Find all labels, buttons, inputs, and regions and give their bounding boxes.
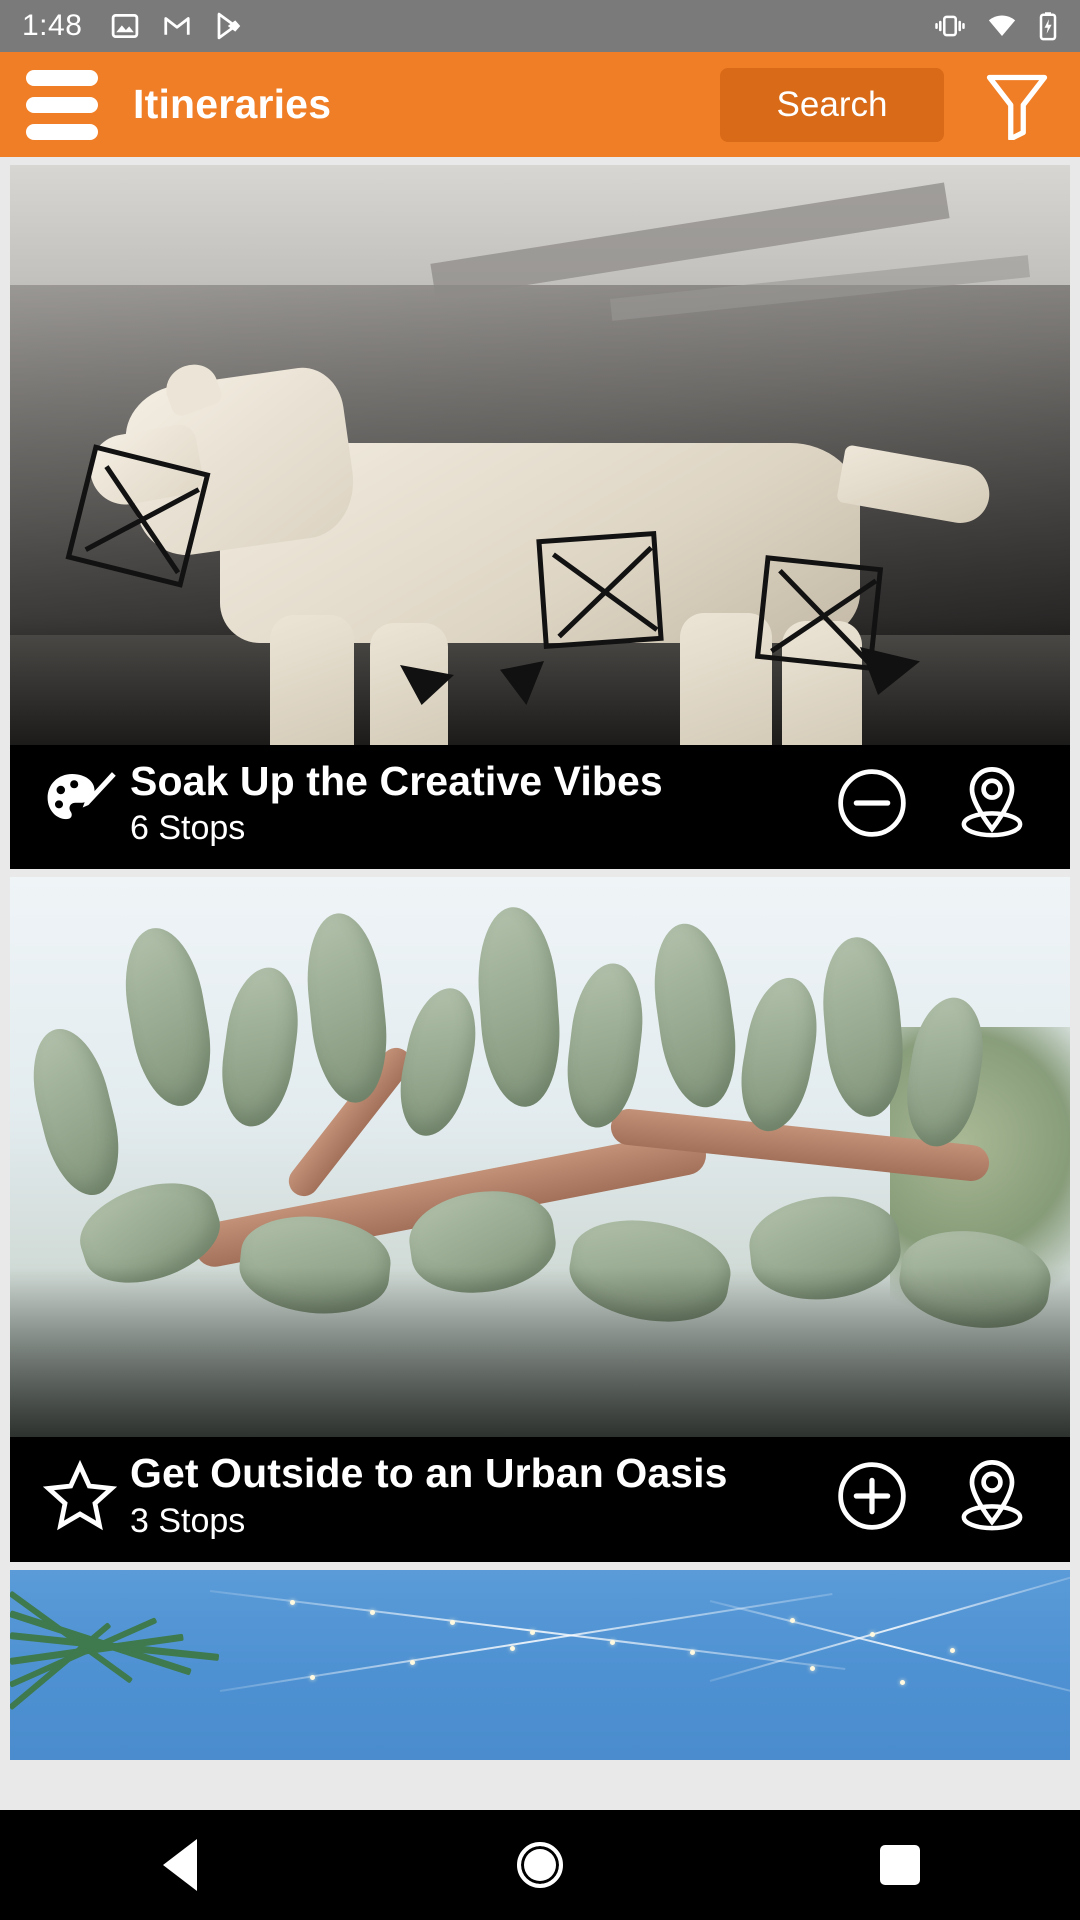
play-store-icon [218, 12, 241, 40]
status-bar-notification-icons [110, 11, 244, 41]
string-light-bulb [790, 1617, 795, 1623]
hamburger-bar [26, 96, 98, 113]
itinerary-list[interactable]: Soak Up the Creative Vibes 6 Stops Get O… [0, 157, 1080, 1810]
string-light-bulb [950, 1647, 955, 1653]
string-light-bulb [410, 1659, 415, 1665]
card-text-block: Soak Up the Creative Vibes 6 Stops [124, 759, 834, 847]
string-light-bulb [870, 1631, 875, 1637]
string-light-bulb [510, 1645, 515, 1651]
back-triangle-icon [163, 1839, 197, 1891]
star-outline-icon [42, 1459, 118, 1530]
filter-button[interactable] [984, 70, 1050, 140]
add-itinerary-button[interactable] [834, 1458, 910, 1534]
card-stops: 6 Stops [130, 809, 246, 848]
sculpture-truss [536, 530, 664, 650]
search-button[interactable]: Search [720, 67, 944, 142]
remove-itinerary-button[interactable] [834, 765, 910, 841]
card-category-icon-wrap [36, 767, 124, 839]
view-on-map-button[interactable] [950, 1454, 1034, 1538]
hamburger-menu-icon[interactable] [26, 69, 98, 140]
home-circle-icon [517, 1842, 563, 1888]
card-photo [10, 877, 1070, 1438]
card-actions [834, 1454, 1044, 1538]
minus-circle-icon [838, 769, 906, 837]
card-actions [834, 761, 1044, 845]
photo-gradient-overlay [10, 1267, 1070, 1438]
hamburger-bar [26, 69, 98, 86]
palm-tree [10, 1570, 270, 1760]
map-pin-icon [961, 1459, 1023, 1531]
hamburger-bar [26, 123, 98, 140]
string-light-bulb [690, 1649, 695, 1655]
app-root: 1:48 Itineraries Search Soak Up the Crea… [0, 0, 1080, 1920]
sculpture-figure [65, 357, 1000, 745]
string-light-wire [209, 1589, 846, 1670]
nav-home-button[interactable] [450, 1810, 630, 1920]
itinerary-card[interactable]: Get Outside to an Urban Oasis 3 Stops [10, 877, 1070, 1562]
plus-circle-icon [838, 1461, 906, 1530]
status-bar-system-icons [934, 11, 1058, 41]
vibrate-icon [935, 15, 965, 37]
itinerary-card[interactable] [10, 1569, 1070, 1760]
string-light-bulb [610, 1639, 615, 1645]
string-light-bulb [290, 1599, 295, 1605]
string-light-bulb [370, 1609, 375, 1615]
sculpture-leg [270, 615, 354, 745]
string-light-bulb [450, 1619, 455, 1625]
status-bar: 1:48 [0, 0, 1080, 52]
battery-charging-icon [1039, 12, 1057, 41]
funnel-filter-icon [986, 74, 1048, 140]
app-bar: Itineraries Search [0, 52, 1080, 157]
map-pin-icon [961, 767, 1023, 838]
itinerary-card[interactable]: Soak Up the Creative Vibes 6 Stops [10, 165, 1070, 870]
card-title: Soak Up the Creative Vibes [130, 759, 663, 804]
gmail-icon [164, 17, 191, 35]
recent-apps-square-icon [880, 1845, 920, 1885]
nav-recents-button[interactable] [810, 1810, 990, 1920]
string-light-bulb [810, 1665, 815, 1671]
sculpture-shard [500, 661, 544, 705]
art-palette-icon [47, 772, 116, 820]
sculpture-shard [860, 647, 920, 695]
string-light-bulb [530, 1629, 535, 1635]
string-light-wire [709, 1599, 1070, 1694]
card-caption: Get Outside to an Urban Oasis 3 Stops [10, 1437, 1070, 1562]
page-title: Itineraries [133, 81, 332, 127]
photos-icon [112, 14, 139, 38]
string-light-bulb [900, 1679, 905, 1685]
status-bar-clock: 1:48 [22, 9, 83, 42]
string-light-wire [709, 1575, 1070, 1682]
card-text-block: Get Outside to an Urban Oasis 3 Stops [124, 1451, 834, 1539]
card-stops: 3 Stops [130, 1501, 246, 1540]
card-title: Get Outside to an Urban Oasis [130, 1451, 728, 1497]
nav-back-button[interactable] [90, 1810, 270, 1920]
card-photo [10, 1569, 1070, 1760]
card-caption: Soak Up the Creative Vibes 6 Stops [10, 745, 1070, 870]
string-light-bulb [310, 1674, 315, 1680]
wifi-icon [988, 15, 1016, 36]
view-on-map-button[interactable] [950, 761, 1034, 845]
card-photo [10, 165, 1070, 745]
card-category-icon-wrap [36, 1458, 124, 1534]
android-navigation-bar [0, 1810, 1080, 1920]
